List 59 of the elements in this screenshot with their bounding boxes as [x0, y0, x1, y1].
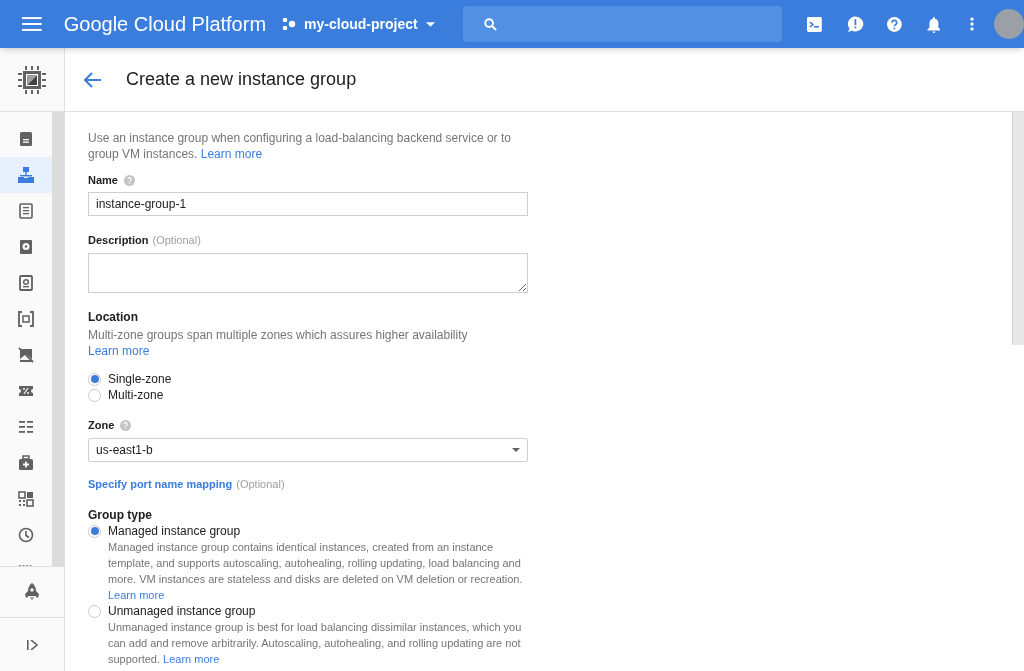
ticket-icon	[18, 383, 34, 399]
badge-icon	[18, 131, 34, 147]
scrollbar[interactable]	[52, 112, 64, 566]
learn-more-link[interactable]: Learn more	[200, 147, 263, 161]
radio-button[interactable]	[88, 388, 101, 402]
chip-icon[interactable]	[17, 64, 47, 95]
radio-label: Multi-zone	[108, 387, 164, 403]
help-text: Multi-zone groups span multiple zones which assures higher availability Learn more	[88, 327, 469, 359]
field-label: Name	[88, 173, 118, 188]
scrollbar[interactable]	[1012, 112, 1024, 345]
learn-more-link[interactable]: Learn more	[108, 589, 165, 601]
section-heading: Location	[88, 309, 139, 325]
expand-icon[interactable]	[26, 639, 38, 650]
zone-dropdown[interactable]: us-east1-b	[88, 438, 528, 462]
radio-label: Single-zone	[108, 371, 172, 387]
network-icon	[18, 167, 34, 183]
help-icon[interactable]	[886, 16, 902, 32]
rocket-icon[interactable]	[24, 583, 40, 601]
notification-bell-icon[interactable]	[926, 15, 941, 33]
back-arrow-icon[interactable]	[84, 71, 101, 88]
menu-icon[interactable]	[22, 17, 42, 31]
document-icon	[18, 203, 34, 219]
image-off-icon	[18, 347, 34, 363]
optional-hint: (Optional)	[152, 233, 201, 248]
list-icon	[18, 419, 34, 435]
port-mapping-link[interactable]: Specify port name mapping	[88, 476, 233, 492]
learn-more-link[interactable]: Learn more	[163, 653, 220, 665]
optional-hint: (Optional)	[236, 477, 285, 492]
search-field[interactable]	[462, 6, 783, 42]
radio-button[interactable]	[88, 524, 101, 538]
sidebar-item[interactable]	[0, 157, 52, 193]
section-heading: Group type	[88, 507, 153, 523]
caret-icon	[425, 21, 435, 27]
toolkit-icon	[18, 455, 34, 471]
learn-more-link[interactable]: Learn more	[88, 344, 150, 358]
help-text: Managed instance group contains identical instances, created from an instance template, and supports autoscaling, autohealing, rolling updating, load balancing and more. VM instances are stateless and disks are deleted on VM deletion or recreation. Learn more	[107, 540, 524, 603]
clock-icon	[18, 527, 34, 543]
name-field[interactable]: instance-group-1	[88, 192, 528, 216]
photo-frame-icon	[18, 275, 34, 291]
grid-icon	[18, 491, 34, 507]
product-title[interactable]: Google Cloud Platform	[63, 9, 267, 39]
caret-icon	[512, 448, 520, 452]
terminal-icon[interactable]	[807, 16, 823, 32]
field-label: Zone	[88, 418, 115, 433]
radio-label: Unmanaged instance group	[108, 603, 256, 619]
radio-label: Managed instance group	[108, 523, 241, 539]
bracket-icon	[18, 311, 34, 327]
project-icon	[282, 17, 297, 31]
help-text: Unmanaged instance group is best for load balancing dissimilar instances, which you can add and remove arbitrarily. Autoscaling, autohealing, and rolling updating are not supported. Learn more	[107, 620, 523, 667]
page-title: Create a new instance group	[126, 68, 357, 91]
feedback-icon[interactable]	[847, 15, 864, 33]
radio-button[interactable]	[88, 372, 101, 386]
project-selector[interactable]: my-cloud-project	[282, 13, 435, 35]
search-icon	[483, 17, 497, 31]
more-options-icon[interactable]	[970, 17, 975, 31]
field-label: Description	[88, 233, 149, 248]
description-field[interactable]	[88, 253, 528, 293]
radio-button[interactable]	[88, 604, 101, 618]
help-text: Use an instance group when configuring a load-balancing backend service or to group VM instances. Learn more	[88, 130, 512, 162]
